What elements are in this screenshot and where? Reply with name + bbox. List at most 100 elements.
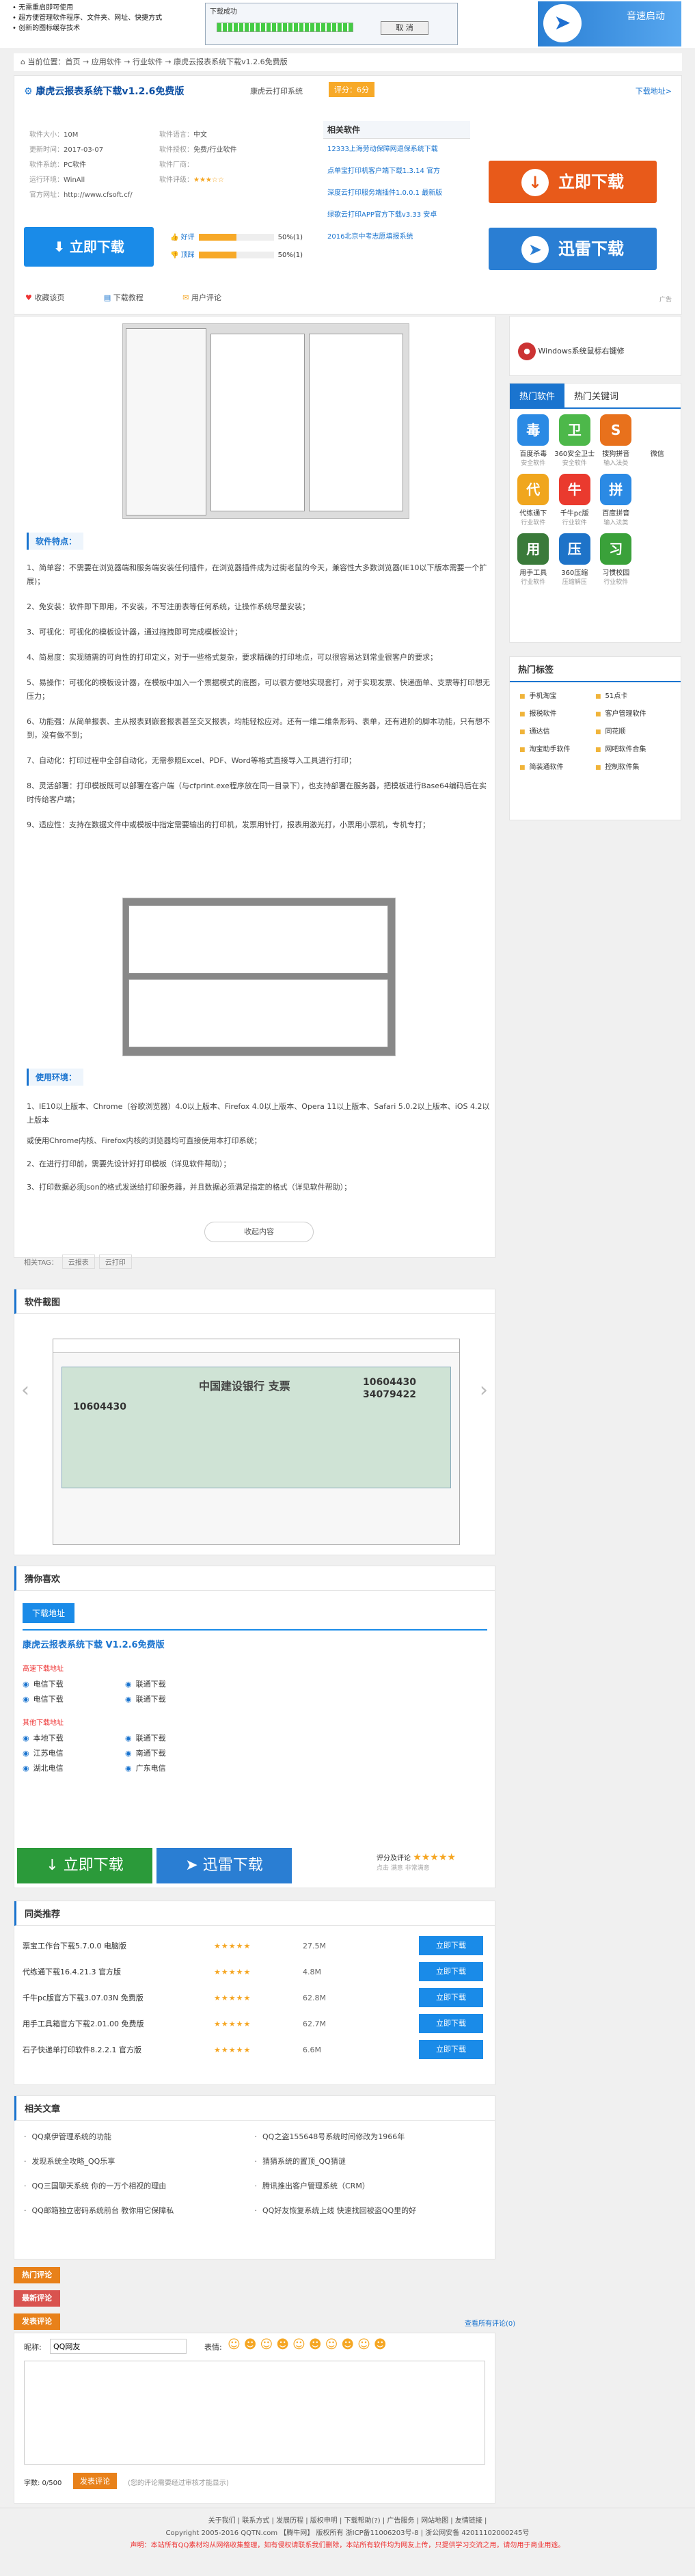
thumbs-down-icon[interactable]: 👎 — [170, 252, 181, 259]
article-link[interactable]: QQ好友恢复系统上线 快速找回被盗QQ里的好 — [255, 2199, 486, 2223]
next-arrow-icon[interactable]: › — [480, 1378, 488, 1402]
dl-link[interactable]: 电信下载 — [23, 1692, 125, 1707]
hot-tag[interactable]: 51点卡 — [595, 688, 671, 706]
rec-download-button[interactable]: 立即下载 — [419, 1936, 483, 1955]
related-link[interactable]: 点单宝打印机客户端下载1.3.14 官方 — [323, 161, 470, 183]
rec-name[interactable]: 代练通下载16.4.21.3 官方版 — [23, 1966, 214, 1977]
dl-link[interactable]: 江苏电信 — [23, 1746, 125, 1761]
footer-links[interactable]: 关于我们 | 联系方式 | 发展历程 | 版权申明 | 下载帮助(?) | 广告… — [0, 2515, 695, 2527]
comments-link[interactable]: ✉ 用户评论 — [182, 293, 221, 302]
collapse-button[interactable]: 收起内容 — [204, 1222, 314, 1242]
hot-tag[interactable]: 手机淘宝 — [519, 688, 595, 706]
breadcrumb-text[interactable]: 当前位置：首页 → 应用软件 → 行业软件 → 康虎云报表系统下载v1.2.6免… — [27, 57, 287, 66]
green-download-button[interactable]: ↓ 立即下载 — [17, 1848, 152, 1883]
download-tab[interactable]: 下载地址 — [23, 1603, 75, 1623]
rating-stars[interactable]: ★★★★★ — [413, 1852, 456, 1863]
vote-bad[interactable]: 顶踩 — [181, 252, 195, 259]
favorite-link[interactable]: ♥ 收藏该页 — [25, 293, 64, 302]
app-name: 微信 — [650, 451, 664, 458]
post-comment-tab[interactable]: 发表评论 — [14, 2313, 60, 2330]
xunlei-download-button[interactable]: ➤ 迅雷下载 — [489, 228, 657, 270]
comment-textarea[interactable] — [24, 2361, 485, 2465]
dl-link[interactable]: 联通下载 — [125, 1692, 228, 1707]
related-link[interactable]: 绿歌云打印APP官方下载v3.33 安卓 — [323, 204, 470, 226]
rec-download-button[interactable]: 立即下载 — [419, 1988, 483, 2007]
dl-link[interactable]: 本地下载 — [23, 1731, 125, 1746]
article-link[interactable]: QQ桌伊管理系统的功能 — [24, 2125, 255, 2149]
rec-name[interactable]: 石子快递单打印软件8.2.2.1 官方版 — [23, 2044, 214, 2055]
rec-download-button[interactable]: 立即下载 — [419, 1962, 483, 1981]
app-item[interactable]: 用用手工具 行业软件 — [513, 533, 554, 586]
app-item[interactable]: S 搜狗拼音 输入法类 — [595, 414, 637, 467]
thumbs-up-icon[interactable]: 👍 — [170, 234, 181, 241]
prev-arrow-icon[interactable]: ‹ — [21, 1378, 29, 1402]
submit-comment-button[interactable]: 发表评论 — [73, 2473, 117, 2489]
dl-link[interactable]: 电信下载 — [23, 1677, 125, 1692]
download-now-button[interactable]: ↓ 立即下载 — [489, 161, 657, 203]
app-item[interactable]: 毒百度杀毒 安全软件 — [513, 414, 554, 467]
article-link[interactable]: QQ邮箱独立密码系统前台 教你用它保障私 — [24, 2199, 255, 2223]
env-item: 3、打印数据必须Json的格式发送给打印服务器，并且数据必须满足指定的格式（详见… — [27, 1183, 352, 1192]
banner-line: • 无需重启即可使用 — [12, 4, 74, 12]
dl-row: 电信下载联通下载 — [23, 1692, 487, 1707]
rec-download-button[interactable]: 立即下载 — [419, 2014, 483, 2033]
article-link[interactable]: 腾讯推出客户管理系统（CRM） — [255, 2174, 486, 2199]
rec-name[interactable]: 千牛pc版官方下载3.07.03N 免费版 — [23, 1992, 214, 2003]
hot-tag[interactable]: 通达信 — [519, 723, 595, 741]
dl-link[interactable]: 南通下载 — [125, 1746, 228, 1761]
app-item[interactable]: 压 360压缩 压缩解压 — [554, 533, 596, 586]
tab-hot-keywords[interactable]: 热门关键词 — [564, 384, 628, 407]
app-item[interactable]: 习习惯校园 行业软件 — [595, 533, 637, 586]
app-item[interactable] — [637, 474, 679, 526]
download-address-link[interactable]: 下载地址> — [636, 85, 672, 96]
app-item[interactable]: 拼百度拼音 输入法类 — [595, 474, 637, 526]
cancel-button[interactable]: 取 消 — [381, 21, 428, 35]
rec-name[interactable]: 用手工具箱官方下载2.01.00 免费版 — [23, 2018, 214, 2029]
article-link[interactable]: 发现系统全攻略_QQ乐享 — [24, 2149, 255, 2174]
article-link[interactable]: QQ三国聊天系统 你的一万个相视的理由 — [24, 2174, 255, 2199]
hot-tag[interactable]: 客户管理软件 — [595, 706, 671, 723]
related-link[interactable]: 12333上海劳动保障网退保系统下载 — [323, 139, 470, 161]
app-item[interactable]: 卫 360安全卫士 安全软件 — [554, 414, 596, 467]
hot-tag[interactable]: 控制软件集 — [595, 759, 671, 777]
tutorial-link[interactable]: ▤ 下载教程 — [104, 293, 144, 302]
side-link[interactable]: ● Windows系统鼠标右键修 — [510, 317, 681, 360]
hot-tag[interactable]: 同花顺 — [595, 723, 671, 741]
dl-link[interactable]: 湖北电信 — [23, 1761, 125, 1776]
vote-good[interactable]: 好评 — [181, 234, 195, 241]
local-download-button[interactable]: ⬇ 立即下载 — [24, 227, 154, 267]
app-name: 习惯校园 — [602, 569, 630, 577]
banner-brand[interactable]: ➤ 音速启动 — [538, 1, 681, 46]
view-all-comments[interactable]: 查看所有评论(0) — [465, 2318, 515, 2328]
app-name: 千牛pc版 — [560, 510, 589, 518]
rec-name[interactable]: 票宝工作台下载5.7.0.0 电脑版 — [23, 1940, 214, 1951]
article-link[interactable]: QQ之盗155648号系统时间修改为1966年 — [255, 2125, 486, 2149]
dl-link[interactable]: 联通下载 — [125, 1731, 228, 1746]
rec-download-button[interactable]: 立即下载 — [419, 2040, 483, 2059]
tag-link[interactable]: 云打印 — [98, 1255, 132, 1269]
dl-link[interactable]: 广东电信 — [125, 1761, 228, 1776]
nickname-input[interactable] — [50, 2339, 187, 2354]
rating-box: 评分及评论 ★★★★★ 点击 满意 非常满意 — [377, 1852, 456, 1872]
article-link[interactable]: 猜猜系统的置顶_QQ猜谜 — [255, 2149, 486, 2174]
app-item[interactable]: 牛千牛pc版 行业软件 — [554, 474, 596, 526]
app-item[interactable]: 微信 — [637, 414, 679, 467]
emoji-icon[interactable]: ☺☻☺☻☺☻☺☻☺☻ — [228, 2337, 390, 2352]
tag-link[interactable]: 云报表 — [62, 1255, 95, 1269]
hot-tag[interactable]: 淘宝助手软件 — [519, 741, 595, 759]
hot-tag[interactable]: 报税软件 — [519, 706, 595, 723]
rating-stars: ★★★☆☆ — [193, 176, 224, 184]
hot-tag[interactable]: 简装通软件 — [519, 759, 595, 777]
latest-comments-tab[interactable]: 最新评论 — [14, 2290, 60, 2307]
blue-xunlei-button[interactable]: ➤ 迅雷下载 — [156, 1848, 292, 1883]
app-item[interactable]: 代代练通下 行业软件 — [513, 474, 554, 526]
hot-comments-tab[interactable]: 热门评论 — [14, 2267, 60, 2283]
dl-link[interactable]: 联通下载 — [125, 1677, 228, 1692]
official-url[interactable]: http://www.cfsoft.cf/ — [64, 188, 159, 203]
top-ad-banner[interactable]: • 无需重启即可使用 • 超方便管理软件程序、文件夹、网址、快捷方式 • 创新的… — [0, 0, 695, 49]
related-link[interactable]: 2016北京中考志愿填报系统 — [323, 226, 470, 248]
app-item[interactable] — [637, 533, 679, 586]
hot-tag[interactable]: 网吧软件合集 — [595, 741, 671, 759]
related-link[interactable]: 深度云打印服务端插件1.0.0.1 最新版 — [323, 183, 470, 204]
tab-hot-software[interactable]: 热门软件 — [510, 384, 565, 407]
